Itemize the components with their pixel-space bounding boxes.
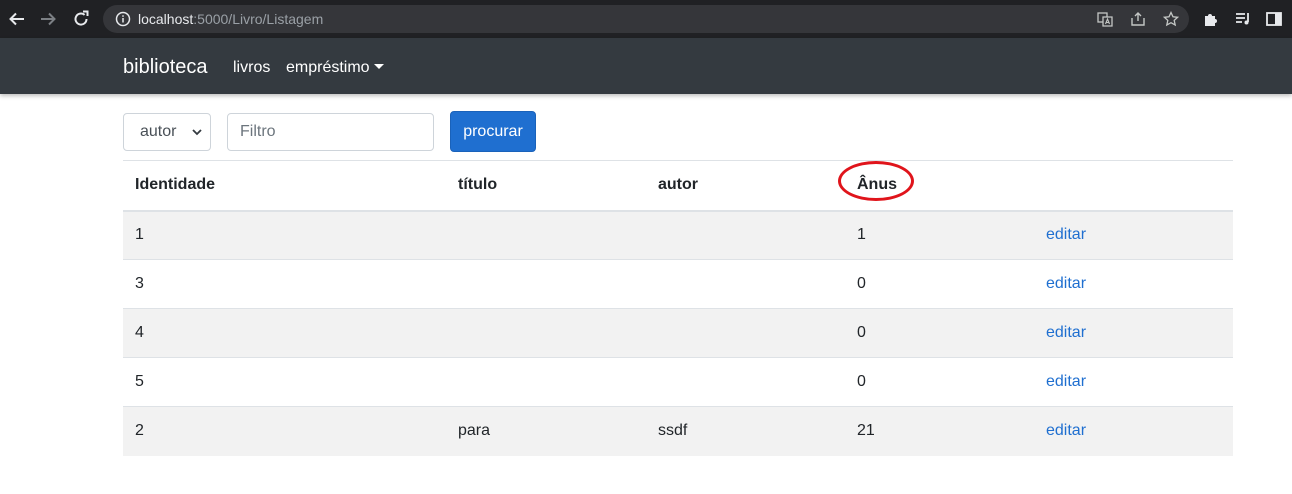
cell-autor [646, 210, 845, 260]
chevron-down-icon [192, 129, 202, 136]
media-queue-icon[interactable] [1234, 10, 1252, 28]
cell-anus: 21 [845, 406, 1034, 456]
nav-dropdown-emprestimo[interactable]: empréstimo [286, 58, 384, 78]
edit-link[interactable]: editar [1046, 275, 1086, 292]
cell-autor [646, 357, 845, 407]
edit-link[interactable]: editar [1046, 422, 1086, 439]
side-panel-icon[interactable] [1265, 10, 1283, 28]
cell-id: 4 [123, 308, 446, 358]
cell-action: editar [1034, 210, 1233, 260]
cell-anus: 0 [845, 308, 1034, 358]
filter-field-value: autor [140, 123, 177, 140]
table-header-row: Identidade título autor Ânus [123, 160, 1233, 212]
nav-link-livros[interactable]: livros [233, 58, 270, 78]
nav-dropdown-label: empréstimo [286, 59, 370, 76]
cell-autor [646, 308, 845, 358]
url-host: localhost [138, 11, 194, 27]
share-icon[interactable] [1130, 11, 1146, 27]
site-info-icon[interactable] [115, 11, 131, 27]
address-bar[interactable]: localhost:5000/Livro/Listagem [103, 5, 1189, 33]
cell-autor [646, 259, 845, 309]
brand-link[interactable]: biblioteca [123, 55, 208, 79]
header-titulo: título [446, 160, 646, 212]
url-path: :5000/Livro/Listagem [193, 11, 324, 27]
edit-link[interactable]: editar [1046, 324, 1086, 341]
cell-action: editar [1034, 406, 1233, 456]
cell-id: 2 [123, 406, 446, 456]
forward-arrow-icon[interactable] [38, 9, 58, 29]
edit-link[interactable]: editar [1046, 373, 1086, 390]
bookmark-star-icon[interactable] [1163, 11, 1179, 27]
header-anus: Ânus [838, 160, 1034, 212]
search-button[interactable]: procurar [450, 111, 536, 152]
cell-action: editar [1034, 308, 1233, 358]
cell-action: editar [1034, 357, 1233, 407]
reload-icon[interactable] [71, 9, 91, 29]
books-table: Identidade título autor Ânus 1 1 editar … [123, 160, 1233, 456]
table-row: 3 0 editar [123, 259, 1233, 309]
table-row: 4 0 editar [123, 308, 1233, 358]
table-row: 1 1 editar [123, 210, 1233, 260]
translate-icon[interactable] [1097, 11, 1113, 27]
cell-id: 1 [123, 210, 446, 260]
table-row: 5 0 editar [123, 357, 1233, 407]
cell-anus: 1 [845, 210, 1034, 260]
highlight-ring-annotation [838, 161, 914, 202]
cell-anus: 0 [845, 259, 1034, 309]
extensions-puzzle-icon[interactable] [1202, 10, 1220, 28]
table-row: 2 para ssdf 21 editar [123, 406, 1233, 456]
header-identidade: Identidade [123, 160, 446, 212]
cell-id: 5 [123, 357, 446, 407]
edit-link[interactable]: editar [1046, 226, 1086, 243]
cell-titulo [446, 210, 646, 260]
cell-anus: 0 [845, 357, 1034, 407]
cell-id: 3 [123, 259, 446, 309]
url-text[interactable]: localhost:5000/Livro/Listagem [138, 11, 323, 27]
cell-titulo [446, 357, 646, 407]
header-autor: autor [646, 160, 845, 212]
cell-titulo [446, 308, 646, 358]
cell-action: editar [1034, 259, 1233, 309]
header-actions [1034, 160, 1233, 212]
back-arrow-icon[interactable] [7, 9, 27, 29]
cell-titulo: para [446, 406, 646, 456]
cell-titulo [446, 259, 646, 309]
filter-input[interactable] [227, 113, 434, 151]
browser-toolbar: localhost:5000/Livro/Listagem [0, 0, 1292, 38]
app-navbar: biblioteca livros empréstimo [0, 38, 1292, 94]
filter-field-select[interactable]: autor [123, 113, 211, 151]
cell-autor: ssdf [646, 406, 845, 456]
caret-down-icon [373, 64, 384, 69]
